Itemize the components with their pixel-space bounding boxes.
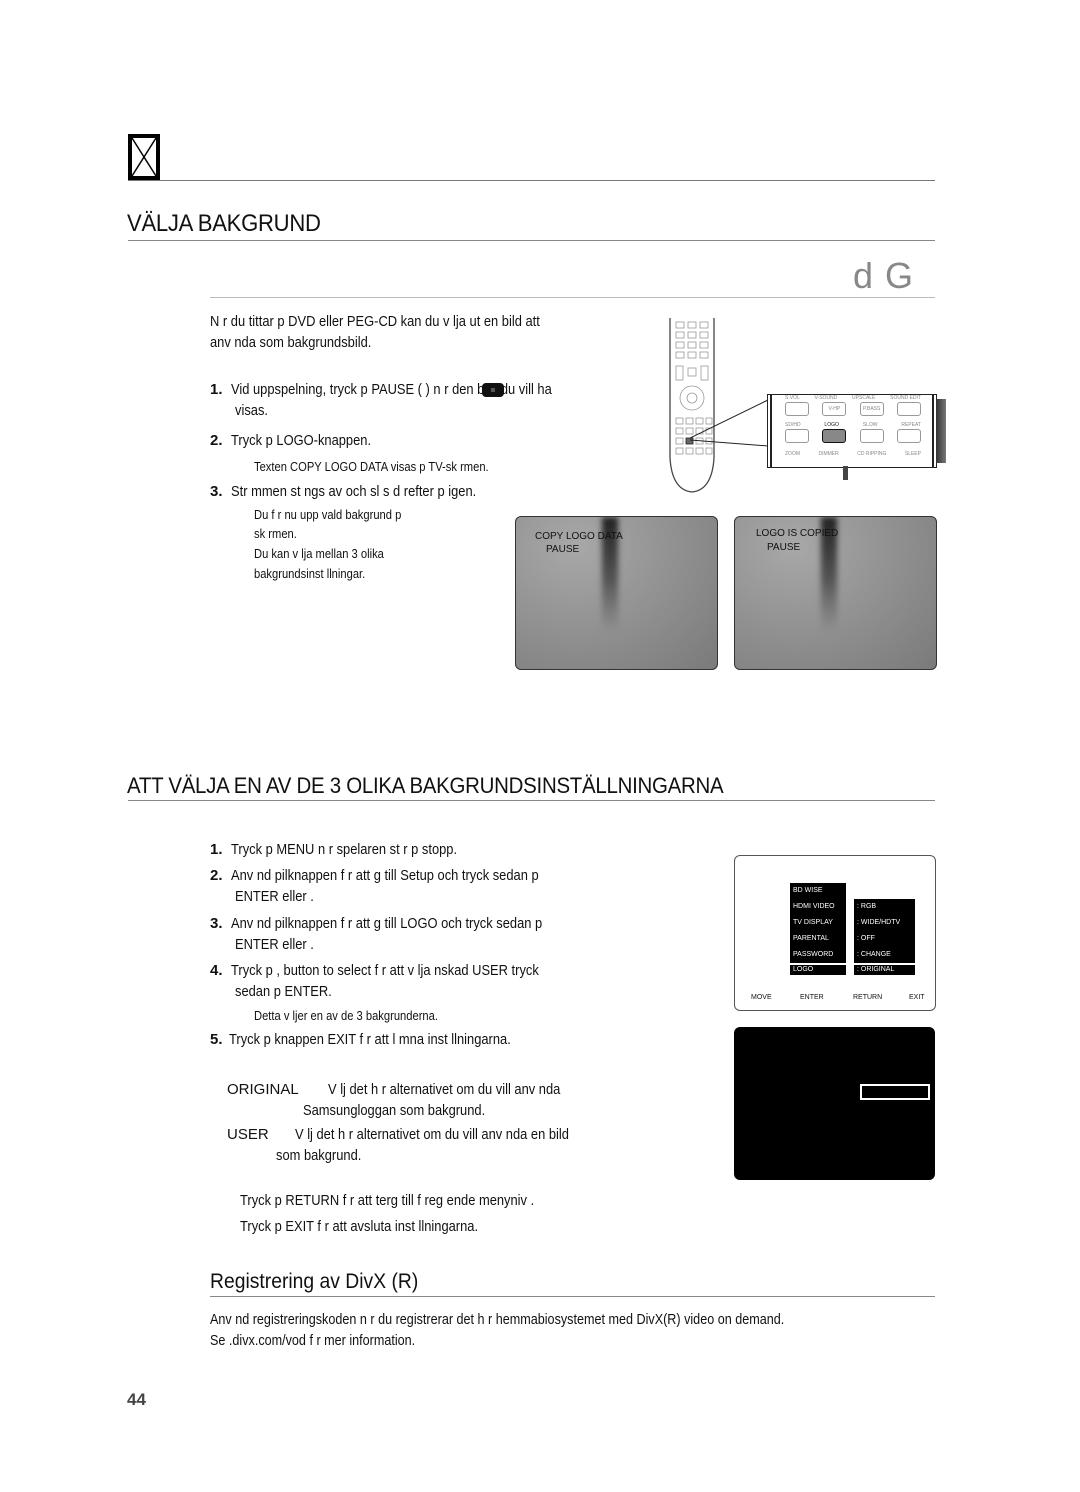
menu-item-tv-display: TV DISPLAY bbox=[790, 915, 846, 931]
intro-line-1: N r du tittar p DVD eller PEG-CD kan du … bbox=[210, 313, 540, 330]
remote-label-cd-ripping: CD RIPPING bbox=[857, 451, 887, 457]
tip-return: Tryck p RETURN f r att terg till f reg e… bbox=[240, 1192, 535, 1209]
remote-label-sleep: SLEEP bbox=[904, 451, 921, 457]
remote-button-repeat bbox=[896, 429, 921, 443]
remote-label-sdhd: SD/HD bbox=[785, 422, 801, 428]
section-3-title-text: Registrering av DivX (R) bbox=[210, 1270, 419, 1293]
menu-footer-exit: EXIT bbox=[909, 994, 925, 1001]
menu-value-rgb: : RGB bbox=[854, 899, 915, 915]
disc-badges: d G bbox=[853, 255, 914, 297]
s2-step-4-note: Detta v ljer en av de 3 bakgrunderna. bbox=[254, 1008, 438, 1023]
remote-label-sound-edit: SOUND EDIT bbox=[890, 395, 921, 401]
divx-line-1: Anv nd registreringskoden n r du registr… bbox=[210, 1311, 785, 1328]
s2-step-2: 2. Anv nd pilknappen f r att g till Setu… bbox=[210, 867, 539, 884]
step-3-note-4: bakgrundsinst llningar. bbox=[254, 566, 366, 581]
menu-value-change: : CHANGE bbox=[854, 947, 915, 963]
section-3-rule bbox=[210, 1296, 935, 1297]
menu-item-parental: PARENTAL bbox=[790, 931, 846, 947]
tv-screen-logo-copied: LOGO IS COPIED PAUSE bbox=[734, 516, 937, 670]
remote-label-repeat: REPEAT bbox=[901, 422, 921, 428]
menu-item-password: PASSWORD bbox=[790, 947, 846, 963]
step-1: 1. Vid uppspelning, tryck p PAUSE ( ) n … bbox=[210, 381, 552, 398]
step-3-note-2: sk rmen. bbox=[254, 526, 297, 541]
intro-line-2: anv nda som bakgrundsbild. bbox=[210, 334, 372, 351]
menu-item-bd-wise: BD WISE bbox=[790, 883, 846, 899]
menu-footer-return: RETURN bbox=[853, 994, 883, 1001]
divx-line-2: Se .divx.com/vod f r mer information. bbox=[210, 1332, 416, 1349]
menu-value-original: : ORIGINAL bbox=[854, 965, 915, 975]
option-original-desc-2: Samsungloggan som bakgrund. bbox=[303, 1102, 486, 1119]
remote-button-logo bbox=[822, 429, 847, 443]
page-number: 44 bbox=[127, 1390, 146, 1409]
step-3: 3. Str mmen st ngs av och sl s d refter … bbox=[210, 483, 477, 500]
s2-step-4-line-2: sedan p ENTER. bbox=[235, 983, 332, 1000]
s2-step-5: 5. Tryck p knappen EXIT f r att l mna in… bbox=[210, 1031, 511, 1048]
disc-badges-text: d G bbox=[853, 255, 915, 296]
option-user: USER bbox=[227, 1126, 269, 1143]
menu-value-off: : OFF bbox=[854, 931, 915, 947]
step-3-note-1: Du f r nu upp vald bakgrund p bbox=[254, 507, 402, 522]
remote-button-svol bbox=[785, 402, 809, 416]
option-original: ORIGINAL bbox=[227, 1081, 299, 1098]
remote-label-upscale: UPSCALE bbox=[852, 395, 876, 401]
option-original-desc-1: V lj det h r alternativet om du vill anv… bbox=[328, 1081, 561, 1098]
menu-item-logo: LOGO bbox=[790, 965, 846, 975]
remote-button-sdhd bbox=[785, 429, 809, 443]
pause-icon bbox=[482, 383, 504, 397]
s2-step-4: 4. Tryck p , button to select f r att v … bbox=[210, 962, 539, 979]
tip-exit: Tryck p EXIT f r att avsluta inst llning… bbox=[240, 1218, 479, 1235]
s2-step-2-line-2: ENTER eller . bbox=[235, 888, 314, 905]
step-3-note-3: Du kan v lja mellan 3 olika bbox=[254, 546, 384, 561]
remote-label-zoom: ZOOM bbox=[785, 451, 800, 457]
badges-rule bbox=[210, 297, 935, 298]
remote-label-logo: LOGO bbox=[824, 422, 839, 428]
remote-zoom-shadow bbox=[843, 466, 848, 480]
step-2-note: Texten COPY LOGO DATA visas p TV-sk rmen… bbox=[254, 459, 489, 474]
menu-value-wide-hdtv: : WIDE/HDTV bbox=[854, 915, 915, 931]
remote-button-vhp: V-HP bbox=[822, 402, 847, 416]
tv-screen-2-line-1: LOGO IS COPIED bbox=[756, 528, 839, 539]
remote-label-dimmer: DIMMER bbox=[818, 451, 839, 457]
section-2-title: ATT VÄLJA EN AV DE 3 OLIKA BAKGRUNDSINST… bbox=[127, 773, 768, 799]
tv-screen-2-line-2: PAUSE bbox=[767, 542, 801, 553]
remote-button-pbass: P.BASS bbox=[859, 402, 884, 416]
s2-step-3-line-2: ENTER eller . bbox=[235, 936, 314, 953]
step-2: 2. Tryck p LOGO-knappen. bbox=[210, 432, 372, 449]
section-2-rule bbox=[128, 800, 935, 801]
s2-step-3: 3. Anv nd pilknappen f r att g till LOGO… bbox=[210, 915, 543, 932]
option-user-desc-1: V lj det h r alternativet om du vill anv… bbox=[295, 1126, 569, 1143]
remote-label-slow: SLOW bbox=[862, 422, 878, 428]
section-title: VÄLJA BAKGRUND bbox=[127, 210, 338, 238]
callout-lines bbox=[690, 399, 769, 447]
menu-footer-enter: ENTER bbox=[800, 994, 824, 1001]
option-user-desc-2: som bakgrund. bbox=[276, 1147, 362, 1164]
menu-footer-move: MOVE bbox=[751, 994, 772, 1001]
selection-box bbox=[860, 1084, 930, 1100]
section-title-text: VÄLJA BAKGRUND bbox=[127, 210, 321, 237]
section-2-title-text: ATT VÄLJA EN AV DE 3 OLIKA BAKGRUNDSINST… bbox=[127, 773, 724, 798]
remote-label-vsound: V-SOUND bbox=[814, 395, 838, 401]
box-with-x-icon bbox=[128, 134, 160, 180]
s2-step-1: 1. Tryck p MENU n r spelaren st r p stop… bbox=[210, 841, 458, 858]
logo-background-screen bbox=[734, 1027, 935, 1180]
header-rule bbox=[128, 180, 935, 181]
remote-zoom-content: S.VOL V-SOUND UPSCALE SOUND EDIT V-HP P.… bbox=[785, 395, 921, 465]
section-3-title: Registrering av DivX (R) bbox=[210, 1270, 436, 1294]
step-1-line-2: visas. bbox=[235, 402, 268, 419]
remote-label-svol: S.VOL bbox=[785, 395, 800, 401]
section-title-rule bbox=[128, 240, 935, 241]
remote-button-slow bbox=[859, 429, 884, 443]
tv-screen-1-line-2: PAUSE bbox=[546, 544, 580, 555]
setup-menu-screen: BD WISE HDMI VIDEO OU TV DISPLAY PARENTA… bbox=[734, 855, 936, 1011]
remote-button-sound-edit bbox=[896, 402, 921, 416]
tv-screen-1-line-1: COPY LOGO DATA bbox=[535, 531, 623, 542]
tv-screen-copy-logo: COPY LOGO DATA PAUSE bbox=[515, 516, 718, 670]
